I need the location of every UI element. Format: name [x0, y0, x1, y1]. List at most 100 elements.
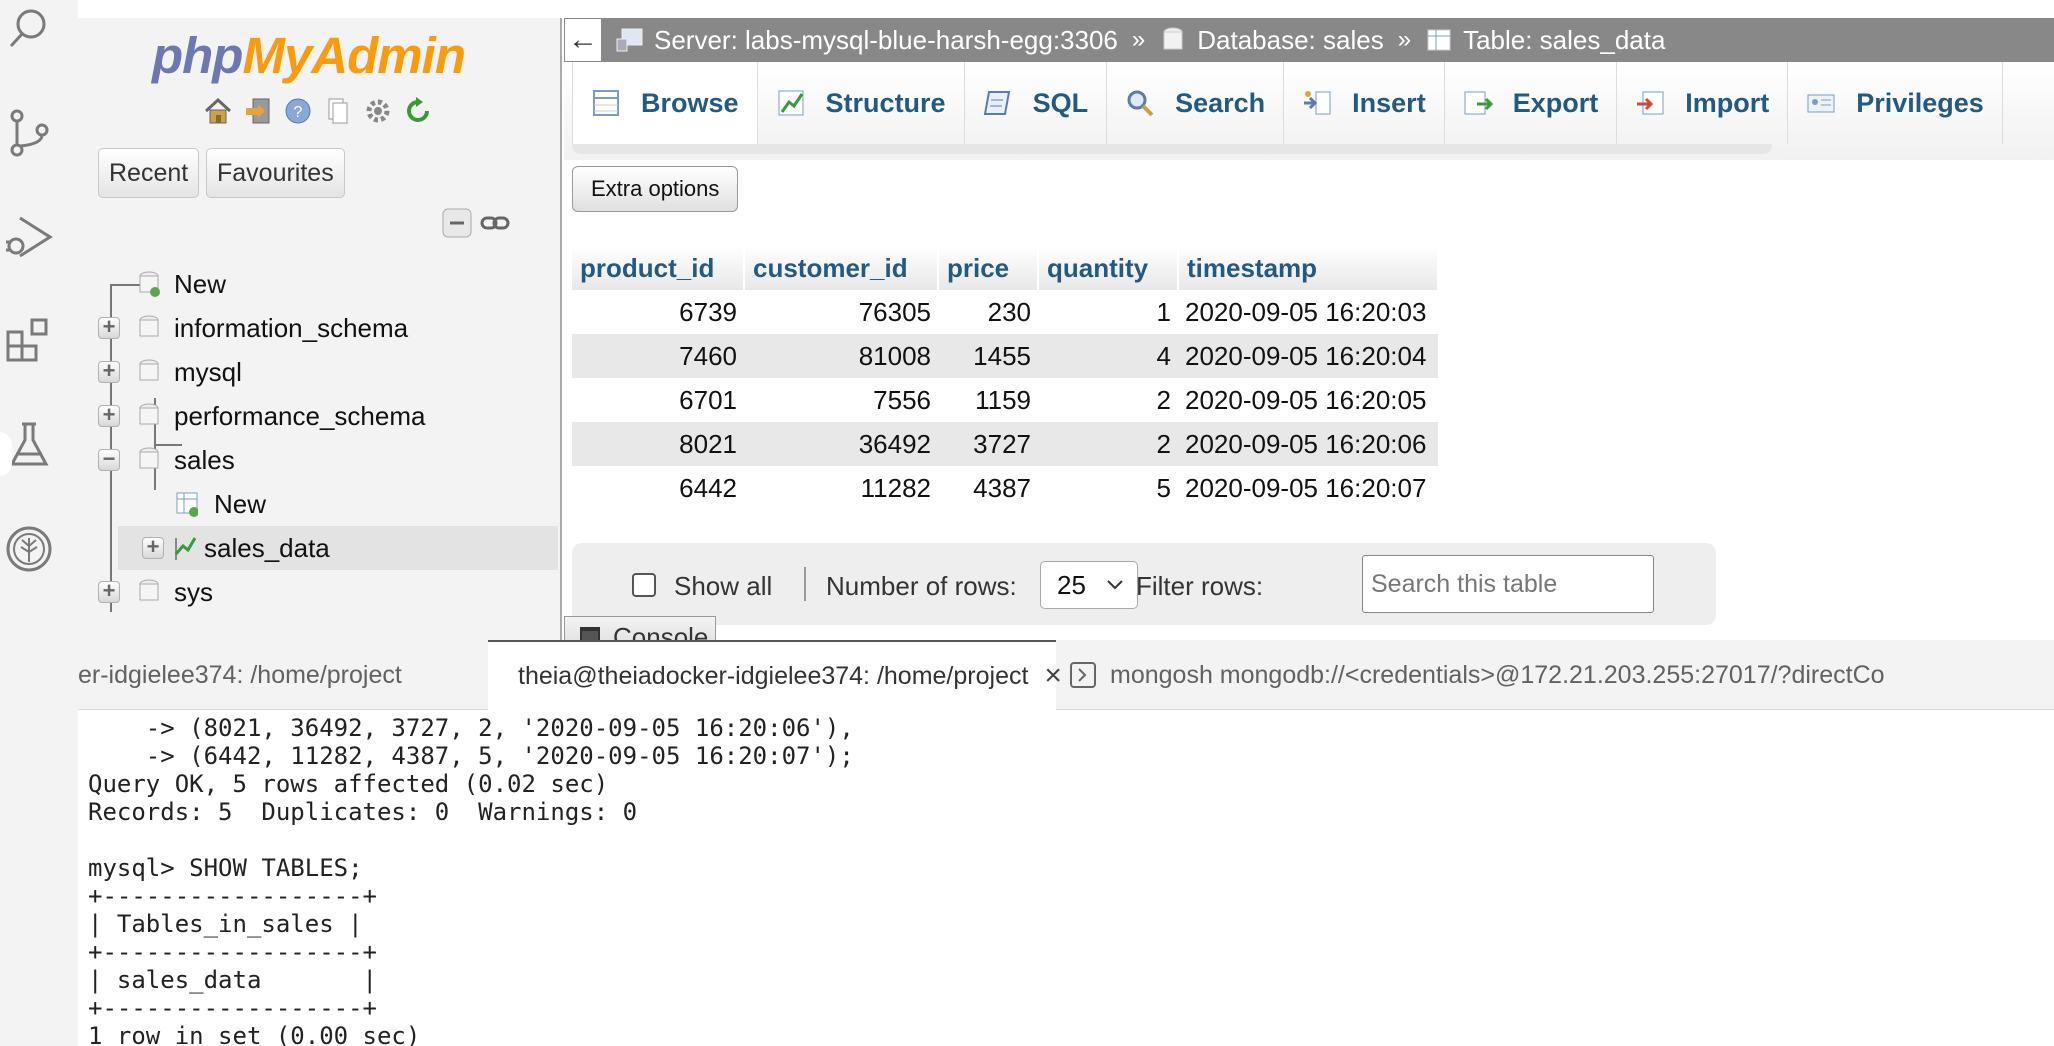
phpmyadmin-logo[interactable]: phpMyAdmin — [152, 26, 512, 86]
tree-item-sales-data[interactable]: + sales_data — [118, 526, 558, 570]
show-all-checkbox[interactable] — [632, 573, 656, 597]
tree-item-label: information_schema — [174, 312, 409, 343]
breadcrumb-server[interactable]: Server: labs-mysql-blue-harsh-egg:3306 — [616, 25, 1118, 56]
cell-timestamp[interactable]: 2020-09-05 16:20:03 — [1178, 290, 1438, 334]
breadcrumb-table[interactable]: Table: sales_data — [1425, 25, 1665, 56]
extensions-icon[interactable] — [0, 312, 58, 370]
favourites-button[interactable]: Favourites — [206, 148, 345, 198]
expand-icon[interactable]: + — [98, 580, 120, 603]
help-icon[interactable]: ? — [283, 96, 313, 126]
cell-price[interactable]: 4387 — [938, 466, 1038, 510]
expand-icon[interactable]: + — [98, 404, 120, 427]
cell-price[interactable]: 3727 — [938, 422, 1038, 466]
tree-item-performance-schema[interactable]: + performance_schema — [78, 394, 562, 438]
extra-options-button[interactable]: Extra options — [572, 166, 739, 212]
terminal-tab-1[interactable]: er-idgielee374: /home/project — [78, 640, 488, 710]
cell-product-id[interactable]: 6442 — [572, 466, 744, 510]
tree-logo-icon[interactable] — [0, 520, 58, 578]
database-icon — [139, 579, 159, 601]
settings-icon[interactable] — [363, 96, 393, 126]
tree-item-label: New — [174, 268, 227, 299]
cell-product-id[interactable]: 8021 — [572, 422, 744, 466]
privileges-icon — [1807, 94, 1835, 113]
back-arrow-icon[interactable]: ← — [564, 18, 602, 62]
search-icon[interactable] — [0, 0, 58, 58]
run-debug-icon[interactable] — [0, 208, 58, 266]
terminal-line: +------------------+ — [88, 994, 377, 1022]
home-icon[interactable] — [203, 96, 233, 126]
cell-price[interactable]: 230 — [938, 290, 1038, 334]
column-header-quantity[interactable]: quantity — [1038, 246, 1179, 290]
cell-product-id[interactable]: 6739 — [572, 290, 744, 334]
tab-insert[interactable]: Insert — [1284, 62, 1445, 144]
logout-icon[interactable] — [243, 96, 273, 126]
cell-price[interactable]: 1159 — [938, 378, 1038, 422]
tree-item-sales[interactable]: − sales — [78, 438, 562, 482]
reload-icon[interactable] — [403, 96, 433, 126]
tab-label: Search — [1175, 87, 1266, 118]
tree-item-sales-new[interactable]: New — [78, 482, 562, 526]
results-table: product_id customer_id price quantity ti… — [572, 246, 1439, 510]
cell-quantity[interactable]: 2 — [1038, 378, 1178, 422]
terminal-line: | Tables_in_sales | — [88, 910, 363, 938]
cell-customer-id[interactable]: 36492 — [744, 422, 938, 466]
terminal-line: 1 row in set (0.00 sec) — [88, 1022, 421, 1046]
cell-timestamp[interactable]: 2020-09-05 16:20:05 — [1178, 378, 1438, 422]
column-header-price[interactable]: price — [938, 246, 1039, 290]
number-of-rows-select[interactable]: 25 — [1040, 561, 1138, 609]
column-header-timestamp[interactable]: timestamp — [1178, 246, 1439, 290]
tab-browse[interactable]: Browse — [572, 62, 758, 144]
cell-timestamp[interactable]: 2020-09-05 16:20:07 — [1178, 466, 1438, 510]
tab-structure[interactable]: Structure — [758, 62, 965, 144]
tree-item-new[interactable]: New — [78, 262, 562, 306]
navigation-panel: phpMyAdmin ? Recent Favourites New + inf… — [78, 18, 562, 640]
collapse-all-icon[interactable] — [442, 208, 472, 238]
tree-item-information-schema[interactable]: + information_schema — [78, 306, 562, 350]
cell-timestamp[interactable]: 2020-09-05 16:20:04 — [1178, 334, 1438, 378]
cell-customer-id[interactable]: 76305 — [744, 290, 938, 334]
close-icon[interactable]: × — [1044, 659, 1062, 693]
cell-customer-id[interactable]: 81008 — [744, 334, 938, 378]
expand-icon[interactable]: + — [142, 536, 164, 559]
new-database-icon — [139, 271, 160, 297]
tab-search[interactable]: Search — [1107, 62, 1285, 144]
expand-icon[interactable]: + — [98, 360, 120, 383]
tab-label: Import — [1685, 87, 1770, 118]
cell-quantity[interactable]: 2 — [1038, 422, 1178, 466]
quick-icons: ? — [203, 96, 433, 132]
terminal-tab-2[interactable]: theia@theiadocker-idgielee374: /home/pro… — [488, 640, 1062, 710]
cell-timestamp[interactable]: 2020-09-05 16:20:06 — [1178, 422, 1438, 466]
cell-quantity[interactable]: 1 — [1038, 290, 1178, 334]
link-icon[interactable] — [480, 212, 510, 234]
number-of-rows-label: Number of rows: — [826, 571, 1017, 601]
console-toggle[interactable]: Console — [564, 616, 716, 640]
expand-icon[interactable]: + — [98, 316, 120, 339]
docs-icon[interactable] — [323, 96, 353, 126]
recent-button[interactable]: Recent — [98, 148, 200, 198]
collapse-icon[interactable]: − — [98, 448, 120, 471]
source-control-icon[interactable] — [0, 104, 58, 162]
cell-product-id[interactable]: 7460 — [572, 334, 744, 378]
cell-product-id[interactable]: 6701 — [572, 378, 744, 422]
cell-quantity[interactable]: 5 — [1038, 466, 1178, 510]
tab-export[interactable]: Export — [1445, 62, 1618, 144]
cell-price[interactable]: 1455 — [938, 334, 1038, 378]
tab-sql[interactable]: SQL — [965, 62, 1108, 144]
column-header-product-id[interactable]: product_id — [572, 246, 745, 290]
activity-bar — [0, 0, 78, 1046]
cell-customer-id[interactable]: 7556 — [744, 378, 938, 422]
tab-privileges[interactable]: Privileges — [1788, 62, 2003, 144]
tab-import[interactable]: Import — [1617, 62, 1789, 144]
column-header-customer-id[interactable]: customer_id — [744, 246, 939, 290]
terminal-panel[interactable]: -> (8021, 36492, 3727, 2, '2020-09-05 16… — [78, 710, 2054, 1046]
filter-rows-input[interactable] — [1362, 555, 1654, 613]
terminal-tab-label: er-idgielee374: /home/project — [78, 660, 402, 689]
tree-item-sys[interactable]: + sys — [78, 570, 562, 614]
breadcrumb-database[interactable]: Database: sales — [1159, 25, 1384, 56]
terminal-icon — [1070, 662, 1096, 688]
terminal-tab-3[interactable]: mongosh mongodb://<credentials>@172.21.2… — [1070, 640, 2054, 710]
tree-item-mysql[interactable]: + mysql — [78, 350, 562, 394]
cell-quantity[interactable]: 4 — [1038, 334, 1178, 378]
cell-customer-id[interactable]: 11282 — [744, 466, 938, 510]
